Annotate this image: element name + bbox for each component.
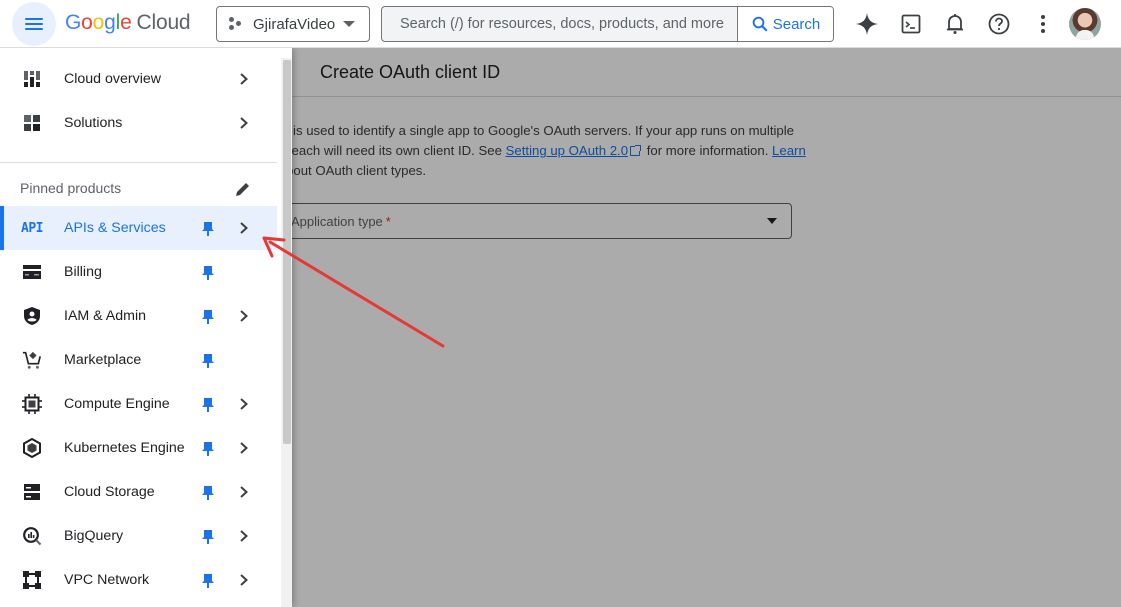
navigation-drawer: Cloud overview Solutions Pinned products… bbox=[0, 48, 292, 607]
google-cloud-logo[interactable]: Google Cloud bbox=[65, 11, 191, 35]
nav-item-billing[interactable]: Billing bbox=[0, 250, 277, 294]
nav-item-label: Cloud overview bbox=[64, 71, 161, 87]
nav-item-label: IAM & Admin bbox=[64, 308, 147, 324]
api-icon: API bbox=[21, 220, 43, 236]
pin-icon[interactable] bbox=[202, 441, 214, 457]
nav-item-marketplace[interactable]: Marketplace bbox=[0, 338, 277, 382]
nav-item-label: VPC Network bbox=[64, 572, 150, 588]
nav-item-label: Cloud Storage bbox=[64, 484, 155, 500]
nav-item-label: Solutions bbox=[64, 115, 123, 131]
bigquery-icon bbox=[22, 527, 42, 546]
chevron-right-icon bbox=[240, 442, 248, 454]
logo-letter: G bbox=[65, 11, 82, 34]
logo-letter: o bbox=[92, 11, 105, 34]
search-icon bbox=[752, 16, 768, 32]
search-bar: Search bbox=[381, 6, 834, 42]
dropdown-caret-icon bbox=[343, 21, 355, 27]
chevron-right-icon bbox=[240, 530, 248, 542]
cloud-shell-icon[interactable] bbox=[896, 9, 926, 39]
search-input[interactable] bbox=[382, 7, 737, 41]
pin-icon[interactable] bbox=[202, 485, 214, 501]
chevron-right-icon bbox=[240, 73, 248, 85]
logo-letter: e bbox=[120, 11, 132, 34]
top-bar: Google Cloud GjirafaVideo Search bbox=[0, 0, 1121, 48]
solutions-grid-icon bbox=[22, 114, 42, 132]
marketplace-cart-icon bbox=[22, 351, 42, 369]
vpc-network-icon bbox=[22, 571, 42, 589]
project-name: GjirafaVideo bbox=[253, 15, 336, 33]
nav-item-label: APIs & Services bbox=[64, 220, 166, 236]
pin-icon[interactable] bbox=[202, 529, 214, 545]
pin-icon[interactable] bbox=[202, 397, 214, 413]
compute-chip-icon bbox=[22, 394, 42, 414]
help-icon[interactable] bbox=[984, 9, 1014, 39]
nav-item-solutions[interactable]: Solutions bbox=[0, 101, 277, 145]
drawer-scrollbar-thumb[interactable] bbox=[283, 60, 291, 444]
chevron-right-icon bbox=[240, 574, 248, 586]
dashboard-icon bbox=[22, 70, 42, 88]
notifications-bell-icon[interactable] bbox=[940, 9, 970, 39]
chevron-right-icon bbox=[240, 222, 248, 234]
project-picker[interactable]: GjirafaVideo bbox=[216, 6, 370, 42]
chevron-right-icon bbox=[240, 398, 248, 410]
logo-letter: g bbox=[104, 11, 116, 34]
pin-icon[interactable] bbox=[202, 573, 214, 589]
edit-pencil-icon[interactable] bbox=[234, 180, 252, 198]
nav-item-label: Billing bbox=[64, 264, 102, 280]
nav-item-compute-engine[interactable]: Compute Engine bbox=[0, 382, 277, 426]
nav-item-vpc-network[interactable]: VPC Network bbox=[0, 558, 277, 602]
iam-shield-icon bbox=[22, 307, 42, 325]
chevron-right-icon bbox=[240, 310, 248, 322]
nav-item-label: Kubernetes Engine bbox=[64, 440, 185, 456]
nav-item-label: Compute Engine bbox=[64, 396, 170, 412]
storage-icon bbox=[22, 483, 42, 501]
nav-item-cloud-storage[interactable]: Cloud Storage bbox=[0, 470, 277, 514]
project-dots-icon bbox=[229, 17, 243, 31]
more-vert-icon[interactable] bbox=[1028, 9, 1058, 39]
search-button-label: Search bbox=[772, 15, 821, 33]
main-menu-button[interactable] bbox=[12, 2, 56, 46]
hamburger-icon bbox=[25, 18, 43, 30]
nav-item-cloud-overview[interactable]: Cloud overview bbox=[0, 57, 277, 101]
logo-letter: o bbox=[81, 11, 93, 34]
billing-card-icon bbox=[22, 263, 42, 281]
logo-cloud-text: Cloud bbox=[136, 11, 191, 34]
nav-item-kubernetes-engine[interactable]: Kubernetes Engine bbox=[0, 426, 277, 470]
nav-item-iam-admin[interactable]: IAM & Admin bbox=[0, 294, 277, 338]
kubernetes-icon bbox=[22, 438, 42, 458]
pinned-products-heading: Pinned products bbox=[20, 180, 122, 196]
nav-item-label: BigQuery bbox=[64, 528, 124, 544]
gemini-sparkle-icon[interactable] bbox=[852, 9, 882, 39]
chevron-right-icon bbox=[240, 486, 248, 498]
nav-item-label: Marketplace bbox=[64, 352, 142, 368]
chevron-right-icon bbox=[240, 117, 248, 129]
nav-item-apis-services[interactable]: API APIs & Services bbox=[0, 206, 277, 250]
nav-item-bigquery[interactable]: BigQuery bbox=[0, 514, 277, 558]
pin-icon[interactable] bbox=[202, 221, 214, 237]
pin-icon[interactable] bbox=[202, 309, 214, 325]
drawer-divider bbox=[0, 162, 277, 163]
search-button[interactable]: Search bbox=[737, 7, 833, 41]
pin-icon[interactable] bbox=[202, 353, 214, 369]
account-avatar[interactable] bbox=[1069, 8, 1101, 40]
pin-icon[interactable] bbox=[202, 265, 214, 281]
